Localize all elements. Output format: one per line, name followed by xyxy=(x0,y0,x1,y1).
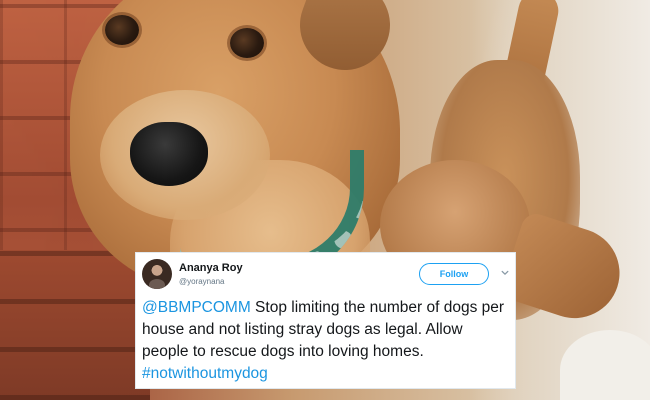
tweet-text: @BBMPCOMM Stop limiting the number of do… xyxy=(142,297,512,385)
avatar[interactable] xyxy=(142,259,172,289)
author-handle[interactable]: @yoraynana xyxy=(179,277,224,286)
dog-eye-right xyxy=(230,28,264,58)
dog-eye-left xyxy=(105,15,139,45)
mention-link[interactable]: @BBMPCOMM xyxy=(142,299,251,316)
author-name[interactable]: Ananya Roy xyxy=(179,262,243,274)
tweet-card: Ananya Roy @yoraynana Follow @BBMPCOMM S… xyxy=(135,252,516,389)
follow-button[interactable]: Follow xyxy=(419,263,489,285)
chevron-down-icon[interactable] xyxy=(501,269,509,277)
brick-steps xyxy=(0,250,150,400)
hashtag-link[interactable]: #notwithoutmydog xyxy=(142,365,268,382)
